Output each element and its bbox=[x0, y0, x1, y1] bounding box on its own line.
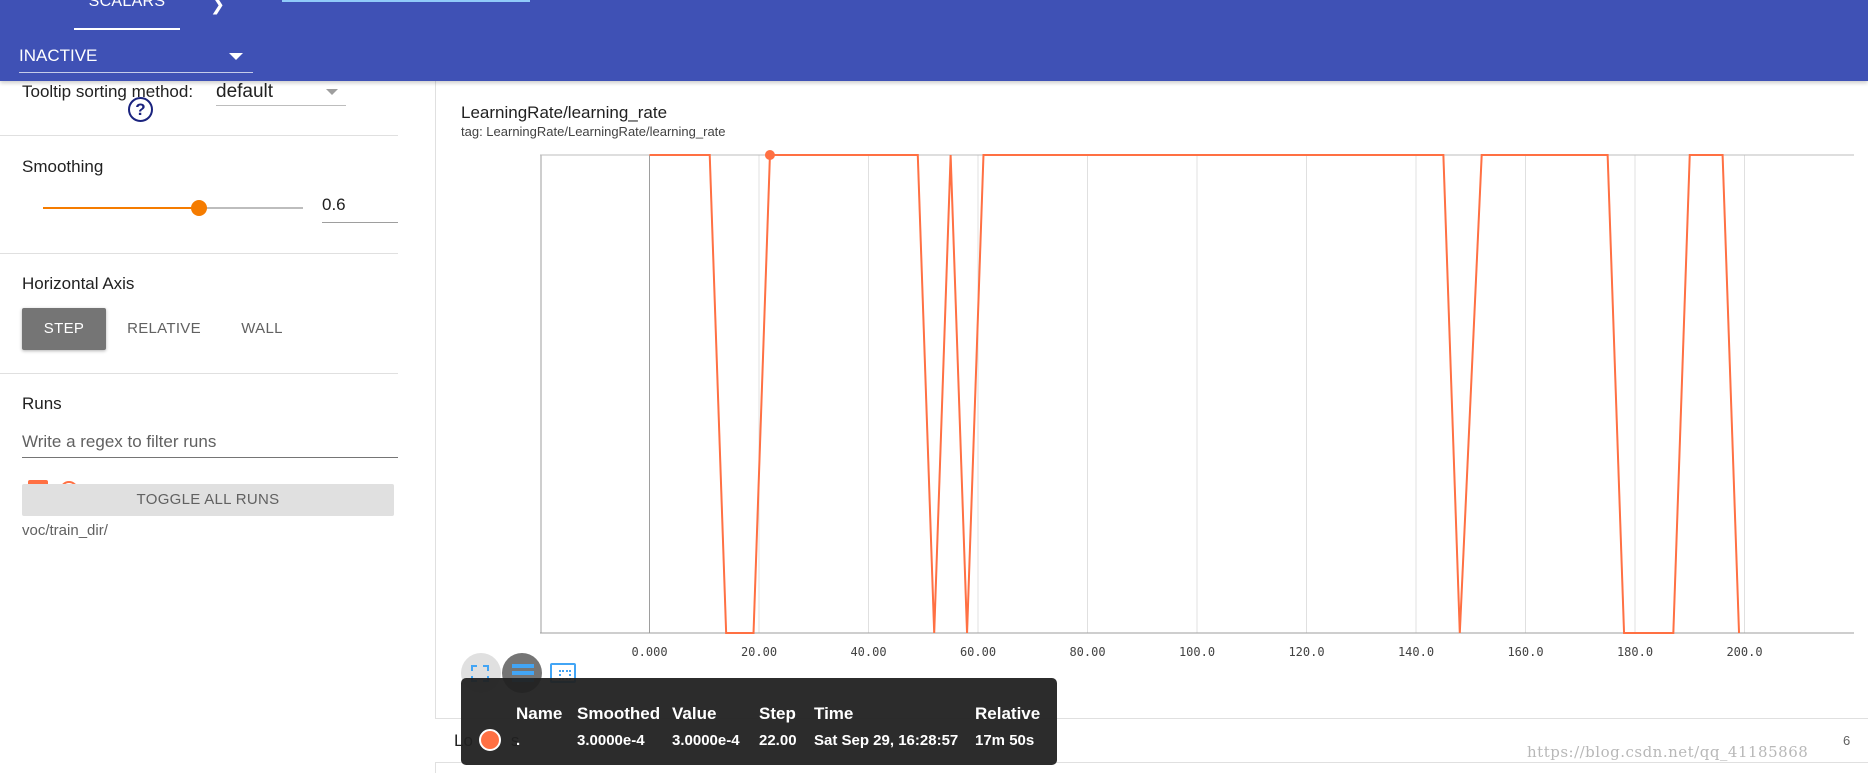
divider bbox=[0, 135, 398, 136]
tooltip-sorting-dropdown[interactable]: default bbox=[216, 81, 346, 106]
x-tick-label: 0.000 bbox=[631, 645, 667, 659]
x-tick-label: 20.00 bbox=[741, 645, 777, 659]
tooltip-header-relative: Relative bbox=[975, 704, 1041, 723]
smoothing-slider[interactable] bbox=[43, 200, 303, 216]
tooltip-run-color-dot bbox=[479, 729, 501, 751]
help-icon[interactable]: ? bbox=[128, 97, 153, 122]
x-tick-label: 120.0 bbox=[1288, 645, 1324, 659]
run-name: voc/train_dir/ bbox=[22, 522, 108, 539]
horizontal-axis-label: Horizontal Axis bbox=[22, 274, 135, 293]
loading-progress-bar bbox=[282, 0, 530, 2]
x-tick-label: 160.0 bbox=[1507, 645, 1543, 659]
chart-tooltip: Name Smoothed Value Step Time Relative .… bbox=[461, 678, 1057, 765]
axis-relative-button[interactable]: RELATIVE bbox=[120, 308, 208, 350]
tooltip-row-name: . bbox=[516, 732, 521, 749]
runs-filter-input[interactable]: Write a regex to filter runs bbox=[22, 428, 398, 458]
tooltip-sorting-value: default bbox=[216, 81, 274, 102]
tooltip-row-time: Sat Sep 29, 16:28:57 bbox=[814, 732, 959, 749]
tooltip-header-time: Time bbox=[814, 704, 854, 723]
series-line bbox=[649, 154, 1741, 634]
axis-wall-button[interactable]: WALL bbox=[224, 308, 300, 350]
caret-down-icon bbox=[326, 89, 338, 95]
axis-step-button[interactable]: STEP bbox=[22, 308, 106, 350]
sidebar: Tooltip sorting method: ? default Smooth… bbox=[0, 81, 398, 773]
runs-filter-placeholder: Write a regex to filter runs bbox=[22, 432, 217, 451]
x-tick-label: 100.0 bbox=[1179, 645, 1215, 659]
card-tag: tag: LearningRate/LearningRate/learning_… bbox=[461, 124, 726, 139]
inactive-dashboards-dropdown[interactable]: INACTIVE bbox=[19, 45, 253, 73]
divider bbox=[0, 253, 398, 254]
smoothing-slider-thumb[interactable] bbox=[191, 200, 207, 216]
smoothing-slider-fill bbox=[43, 207, 199, 209]
watermark: https://blog.csdn.net/qq_41185868 bbox=[1527, 743, 1809, 761]
x-tick-label: 40.00 bbox=[850, 645, 886, 659]
tooltip-row-value: 3.0000e-4 bbox=[672, 732, 740, 749]
tooltip-header-value: Value bbox=[672, 704, 717, 723]
card-count: 6 bbox=[1843, 733, 1851, 748]
divider bbox=[0, 373, 398, 374]
tooltip-header-step: Step bbox=[759, 704, 796, 723]
scalar-chart[interactable]: 0.000 20.00 40.00 60.00 80.00 100.0 120.0 140.0… bbox=[540, 146, 1858, 661]
chevron-right-icon[interactable]: ❯ bbox=[210, 0, 225, 15]
smoothing-label: Smoothing bbox=[22, 157, 104, 176]
series-line-raw bbox=[649, 154, 1740, 634]
runs-label: Runs bbox=[22, 394, 62, 413]
tooltip-header-name: Name bbox=[516, 704, 563, 723]
x-tick-label: 80.00 bbox=[1069, 645, 1105, 659]
tooltip-row-relative: 17m 50s bbox=[975, 732, 1035, 749]
x-tick-label: 180.0 bbox=[1617, 645, 1653, 659]
tab-scalars[interactable]: SCALARS bbox=[74, 0, 180, 30]
tooltip-sorting-label: Tooltip sorting method: bbox=[22, 82, 194, 101]
tooltip-row-step: 22.00 bbox=[759, 732, 797, 749]
card-title: LearningRate/learning_rate bbox=[461, 103, 668, 122]
x-tick-label: 60.00 bbox=[960, 645, 996, 659]
highlight-point bbox=[764, 150, 775, 160]
caret-down-icon bbox=[229, 53, 243, 60]
toggle-all-runs-button[interactable]: TOGGLE ALL RUNS bbox=[22, 484, 394, 516]
top-header: SCALARS ❯ INACTIVE bbox=[0, 0, 1868, 81]
smoothing-value-input[interactable]: 0.6 bbox=[322, 189, 398, 223]
main-divider bbox=[435, 81, 436, 773]
x-tick-label: 200.0 bbox=[1726, 645, 1762, 659]
inactive-dropdown-label: INACTIVE bbox=[19, 46, 98, 65]
tooltip-row-smoothed: 3.0000e-4 bbox=[577, 732, 645, 749]
tooltip-header-smoothed: Smoothed bbox=[577, 704, 661, 723]
x-tick-label: 140.0 bbox=[1398, 645, 1434, 659]
